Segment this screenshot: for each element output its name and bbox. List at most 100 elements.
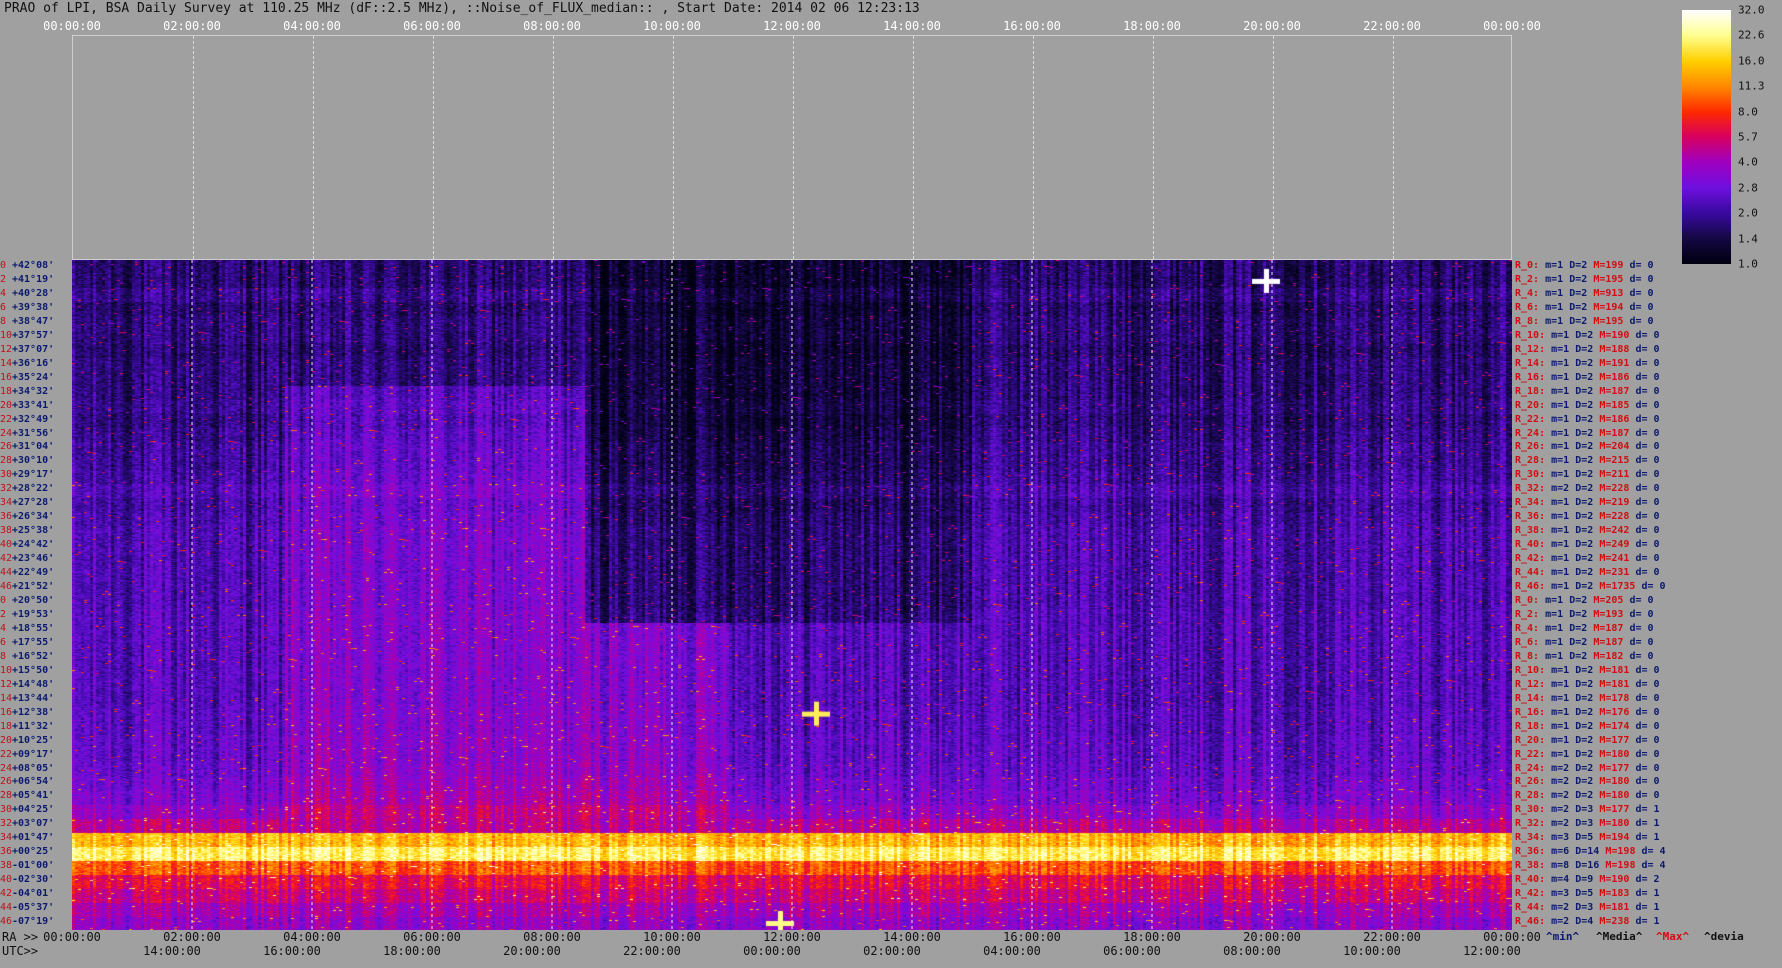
row-stat-M: M=180 [1599, 748, 1630, 760]
declination-value: -05°37' [12, 902, 55, 914]
declination-value: +20°50' [12, 595, 55, 606]
row-stat-d: d= 0 [1635, 385, 1660, 397]
row-stat: R_28: m=2 D=2 M=180 d= 0 [1515, 790, 1660, 801]
frame-gridline [433, 36, 434, 259]
row-stat-M: M=1735 [1599, 581, 1636, 593]
row-stat: R_6: m=1 D=2 M=194 d= 0 [1515, 302, 1654, 313]
declination-label: 20+10°25' [0, 735, 70, 746]
declination-label: 46+21°52' [0, 581, 70, 592]
row-stat-d: d= 0 [1635, 567, 1660, 579]
declination-label: 32+28°22' [0, 483, 70, 494]
row-stat-M: M=187 [1599, 427, 1630, 439]
declination-label: 36+26°34' [0, 511, 70, 522]
row-stat-m: m=1 [1551, 525, 1570, 537]
row-stat-M: M=195 [1593, 273, 1624, 285]
chart-title: PRAO of LPI, BSA Daily Survey at 110.25 … [4, 1, 920, 16]
row-stat: R_10: m=1 D=2 M=190 d= 0 [1515, 330, 1660, 341]
row-stat-r: R_28: [1515, 790, 1546, 802]
declination-value: +37°57' [12, 329, 55, 341]
row-stat-D: D=2 [1569, 636, 1588, 648]
row-stat-d: d= 0 [1635, 469, 1660, 481]
declination-value: +19°53' [12, 608, 55, 620]
utc-axis-tick: 02:00:00 [863, 944, 921, 958]
colorbar-tick: 1.0 [1738, 257, 1758, 271]
row-stat: R_12: m=1 D=2 M=181 d= 0 [1515, 679, 1660, 690]
row-stat-m: m=1 [1551, 455, 1570, 467]
row-stat-r: R_42: [1515, 888, 1546, 900]
declination-value: +30°10' [12, 455, 55, 467]
declination-value: +13°44' [12, 692, 55, 704]
row-stat-m: m=1 [1551, 539, 1570, 551]
declination-value: +24°42' [12, 539, 55, 551]
declination-value: +17°55' [12, 636, 55, 648]
row-stat-r: R_44: [1515, 902, 1546, 914]
row-stat: R_34: m=1 D=2 M=219 d= 0 [1515, 497, 1660, 508]
row-stat-M: M=195 [1593, 315, 1624, 327]
row-stat-D: D=2 [1575, 329, 1594, 341]
row-stat-d: d= 0 [1635, 692, 1660, 704]
row-stat-M: M=238 [1599, 916, 1630, 928]
utc-axis-tick: 00:00:00 [743, 944, 801, 958]
row-stat-r: R_16: [1515, 371, 1546, 383]
legend-min: ^min^ [1546, 930, 1580, 943]
declination-label: 12+14°48' [0, 679, 70, 690]
top-axis-tick: 18:00:00 [1123, 19, 1181, 33]
top-axis-tick: 14:00:00 [883, 19, 941, 33]
colorbar [1682, 10, 1731, 264]
top-axis-tick: 22:00:00 [1363, 19, 1421, 33]
beam-index: 16 [0, 371, 13, 383]
row-stat-r: R_30: [1515, 469, 1546, 481]
row-stat: R_12: m=1 D=2 M=188 d= 0 [1515, 344, 1660, 355]
row-stat-m: m=1 [1551, 511, 1570, 523]
row-stat-M: M=913 [1593, 287, 1624, 299]
ra-axis-tick: 00:00:00 [1483, 930, 1541, 944]
row-stat-m: m=1 [1551, 357, 1570, 369]
row-stat-m: m=1 [1551, 385, 1570, 397]
declination-value: +03°07' [12, 818, 55, 830]
row-stat-d: d= 4 [1641, 860, 1666, 872]
declination-label: 22+32°49' [0, 414, 70, 425]
row-stat-D: D=3 [1575, 804, 1594, 816]
row-stat-d: d= 0 [1629, 287, 1654, 299]
declination-value: +14°48' [12, 678, 55, 690]
ra-axis-tick: 10:00:00 [643, 930, 701, 944]
beam-index: 32 [0, 483, 13, 495]
legend-max: ^Max^ [1656, 930, 1690, 943]
declination-value: +33°41' [12, 399, 55, 411]
row-stat: R_38: m=8 D=16 M=198 d= 4 [1515, 860, 1666, 871]
row-stat-d: d= 0 [1635, 427, 1660, 439]
row-stat-M: M=228 [1599, 483, 1630, 495]
row-stat-M: M=242 [1599, 525, 1630, 537]
declination-value: +04°25' [12, 804, 55, 816]
row-stat-M: M=198 [1605, 860, 1636, 872]
row-stat-D: D=2 [1575, 720, 1594, 732]
row-stat-r: R_0: [1515, 595, 1540, 606]
row-stat-r: R_40: [1515, 874, 1546, 886]
row-stat-m: m=1 [1551, 748, 1570, 760]
row-stat-M: M=211 [1599, 469, 1630, 481]
declination-value: +27°28' [12, 497, 55, 509]
row-stat: R_14: m=1 D=2 M=191 d= 0 [1515, 358, 1660, 369]
declination-value: +18°55' [12, 622, 55, 634]
row-stat-M: M=180 [1599, 818, 1630, 830]
declination-label: 8 +16°52' [0, 651, 70, 662]
row-stat-m: m=1 [1545, 622, 1564, 634]
row-stat-m: m=1 [1551, 720, 1570, 732]
beam-index: 28 [0, 790, 13, 802]
row-stat-D: D=2 [1575, 357, 1594, 369]
colorbar-tick: 11.3 [1738, 79, 1765, 93]
row-stat-M: M=185 [1599, 399, 1630, 411]
row-stat-m: m=1 [1551, 399, 1570, 411]
row-stat-m: m=1 [1551, 497, 1570, 509]
row-stat-m: m=1 [1551, 678, 1570, 690]
row-stat-D: D=2 [1575, 692, 1594, 704]
declination-label: 24+08°05' [0, 763, 70, 774]
declination-value: +12°38' [12, 706, 55, 718]
ra-axis-tick: 18:00:00 [1123, 930, 1181, 944]
row-stat-m: m=2 [1551, 902, 1570, 914]
row-stat-M: M=231 [1599, 567, 1630, 579]
declination-label: 18+11°32' [0, 721, 70, 732]
row-stat-d: d= 0 [1635, 371, 1660, 383]
row-stat: R_32: m=2 D=2 M=228 d= 0 [1515, 483, 1660, 494]
declination-value: +26°34' [12, 511, 55, 523]
